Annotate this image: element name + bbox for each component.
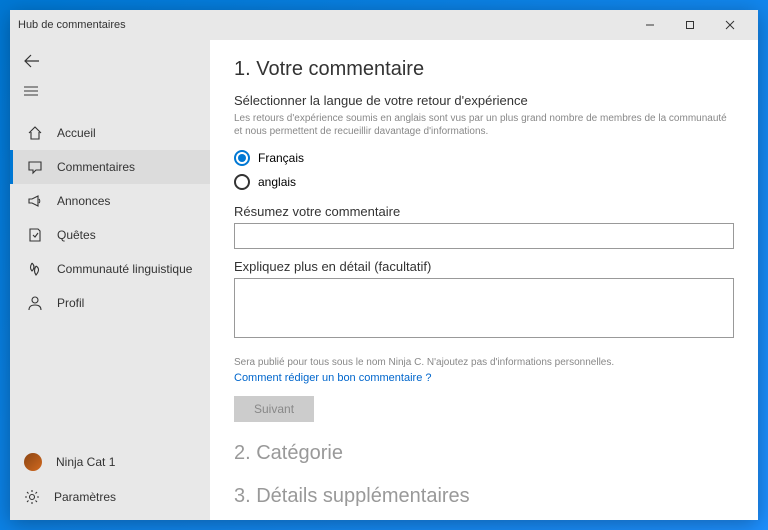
nav-label: Profil <box>57 296 84 310</box>
gear-icon <box>24 489 40 505</box>
user-account[interactable]: Ninja Cat 1 <box>10 444 210 480</box>
nav-label: Communauté linguistique <box>57 262 192 276</box>
window-body: Accueil Commentaires Annonces Quêtes Com… <box>10 40 758 520</box>
sidebar-bottom: Ninja Cat 1 Paramètres <box>10 444 210 520</box>
radio-icon <box>234 150 250 166</box>
language-label: Sélectionner la langue de votre retour d… <box>234 93 734 108</box>
detail-label: Expliquez plus en détail (facultatif) <box>234 259 734 274</box>
minimize-icon <box>645 20 655 30</box>
titlebar: Hub de commentaires <box>10 10 758 40</box>
feedback-icon <box>27 159 43 175</box>
step3-title: 3. Détails supplémentaires <box>234 485 734 508</box>
user-name: Ninja Cat 1 <box>56 455 115 469</box>
step2-title: 2. Catégorie <box>234 442 734 465</box>
hamburger-button[interactable] <box>10 77 210 108</box>
nav-item-home[interactable]: Accueil <box>10 116 210 150</box>
main-content: 1. Votre commentaire Sélectionner la lan… <box>210 40 758 520</box>
radio-label: anglais <box>258 175 296 189</box>
radio-label: Français <box>258 151 304 165</box>
help-link[interactable]: Comment rédiger un bon commentaire ? <box>234 372 734 384</box>
window-controls <box>630 11 750 39</box>
next-button[interactable]: Suivant <box>234 396 314 422</box>
home-icon <box>27 125 43 141</box>
nav-label: Accueil <box>57 126 96 140</box>
language-help-text: Les retours d'expérience soumis en angla… <box>234 112 734 138</box>
summary-input[interactable] <box>234 223 734 249</box>
settings-label: Paramètres <box>54 490 116 504</box>
radio-english[interactable]: anglais <box>234 170 734 194</box>
nav-item-quests[interactable]: Quêtes <box>10 218 210 252</box>
nav-item-feedback[interactable]: Commentaires <box>10 150 210 184</box>
sidebar-top <box>10 40 210 116</box>
maximize-button[interactable] <box>670 11 710 39</box>
window-title: Hub de commentaires <box>18 19 630 31</box>
close-icon <box>725 20 735 30</box>
community-icon <box>27 261 43 277</box>
minimize-button[interactable] <box>630 11 670 39</box>
avatar <box>24 453 42 471</box>
nav-label: Quêtes <box>57 228 96 242</box>
megaphone-icon <box>27 193 43 209</box>
radio-icon <box>234 174 250 190</box>
nav-list: Accueil Commentaires Annonces Quêtes Com… <box>10 116 210 444</box>
profile-icon <box>27 295 43 311</box>
close-button[interactable] <box>710 11 750 39</box>
app-window: Hub de commentaires <box>10 10 758 520</box>
nav-label: Commentaires <box>57 160 135 174</box>
language-radio-group: Français anglais <box>234 146 734 194</box>
sidebar: Accueil Commentaires Annonces Quêtes Com… <box>10 40 210 520</box>
settings-button[interactable]: Paramètres <box>10 480 210 514</box>
nav-label: Annonces <box>57 194 110 208</box>
maximize-icon <box>685 20 695 30</box>
nav-item-announcements[interactable]: Annonces <box>10 184 210 218</box>
summary-label: Résumez votre commentaire <box>234 204 734 219</box>
publish-disclaimer: Sera publié pour tous sous le nom Ninja … <box>234 357 734 368</box>
step1-title: 1. Votre commentaire <box>234 58 734 81</box>
detail-textarea[interactable] <box>234 278 734 338</box>
quest-icon <box>27 227 43 243</box>
nav-item-profile[interactable]: Profil <box>10 286 210 320</box>
back-arrow-icon <box>24 54 40 68</box>
hamburger-icon <box>24 85 38 97</box>
nav-item-community[interactable]: Communauté linguistique <box>10 252 210 286</box>
back-button[interactable] <box>10 48 210 77</box>
radio-french[interactable]: Français <box>234 146 734 170</box>
